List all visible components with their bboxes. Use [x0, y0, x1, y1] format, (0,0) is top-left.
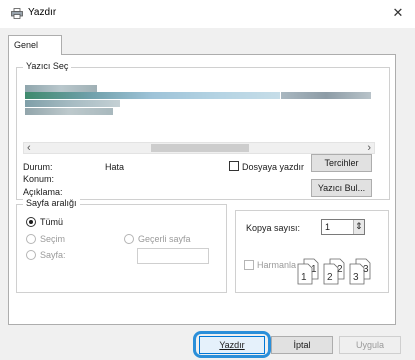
close-button[interactable]: ✕	[388, 3, 408, 23]
pages-radio[interactable]	[26, 250, 36, 260]
copies-label: Kopya sayısı:	[246, 223, 301, 233]
status-label: Durum:	[23, 162, 53, 172]
window-title: Yazdır	[28, 7, 57, 18]
scroll-right-icon[interactable]: ›	[367, 142, 371, 154]
scrollbar-thumb[interactable]	[151, 144, 249, 152]
spinner-arrows-icon: ⇕	[355, 221, 363, 231]
preferences-button[interactable]: Tercihler	[311, 154, 372, 172]
print-to-file-checkbox[interactable]	[229, 161, 239, 171]
copies-group: Kopya sayısı: 1 ⇕ Harmanla 1 1 2 2 3 3	[235, 210, 389, 293]
cancel-button[interactable]: İptal	[271, 336, 333, 354]
horizontal-scrollbar[interactable]: ‹ ›	[23, 142, 375, 154]
list-item[interactable]	[25, 92, 280, 99]
list-item[interactable]	[281, 92, 371, 99]
pages-label[interactable]: Sayfa:	[40, 250, 66, 260]
print-dialog: Yazdır ✕ Genel Yazıcı Seç ‹ › Durum: Hat…	[0, 0, 415, 360]
printer-icon	[11, 8, 23, 19]
copies-value: 1	[325, 222, 331, 232]
collate-page-number: 3	[363, 264, 369, 275]
general-panel: Yazıcı Seç ‹ › Durum: Hata Konum: Açıkla…	[8, 54, 396, 325]
title-bar: Yazdır ✕	[0, 0, 415, 28]
page-range-group-title: Sayfa aralığı	[23, 198, 80, 208]
print-button-highlight	[193, 331, 271, 358]
find-printer-button[interactable]: Yazıcı Bul...	[311, 179, 372, 197]
current-page-radio[interactable]	[124, 234, 134, 244]
printer-list[interactable]	[23, 81, 375, 141]
radio-selected-dot	[29, 220, 33, 224]
status-value: Hata	[105, 162, 125, 172]
collate-checkbox[interactable]	[244, 260, 254, 270]
copies-input[interactable]: 1 ⇕	[321, 219, 365, 235]
all-pages-radio[interactable]	[26, 217, 36, 227]
collate-page-number: 1	[311, 264, 317, 275]
collate-illustration-icon: 1 1 2 2 3 3	[297, 258, 371, 285]
copies-spinner[interactable]: ⇕	[353, 220, 364, 234]
all-pages-label[interactable]: Tümü	[40, 217, 63, 227]
collate-page-number: 2	[337, 264, 343, 275]
close-icon: ✕	[392, 5, 404, 20]
collate-page-number: 2	[327, 272, 333, 283]
list-item[interactable]	[25, 108, 113, 115]
collate-page-number: 3	[353, 272, 359, 283]
selection-radio[interactable]	[26, 234, 36, 244]
scroll-left-icon[interactable]: ‹	[27, 142, 31, 154]
location-label: Konum:	[23, 174, 55, 184]
collate-label[interactable]: Harmanla	[257, 260, 296, 270]
selection-label[interactable]: Seçim	[40, 234, 65, 244]
comment-label: Açıklama:	[23, 187, 63, 197]
tab-general[interactable]: Genel	[8, 35, 62, 55]
printer-select-group: Yazıcı Seç ‹ › Durum: Hata Konum: Açıkla…	[16, 61, 390, 200]
current-page-label[interactable]: Geçerli sayfa	[138, 234, 191, 244]
printer-select-group-title: Yazıcı Seç	[23, 61, 72, 71]
apply-button[interactable]: Uygula	[339, 336, 401, 354]
pages-input[interactable]	[137, 248, 209, 264]
page-range-group: Sayfa aralığı Tümü Seçim Geçerli sayfa S…	[16, 198, 227, 293]
list-item[interactable]	[25, 100, 120, 107]
collate-page-number: 1	[301, 272, 307, 283]
list-item[interactable]	[25, 85, 97, 92]
print-to-file-label[interactable]: Dosyaya yazdır	[242, 162, 304, 172]
